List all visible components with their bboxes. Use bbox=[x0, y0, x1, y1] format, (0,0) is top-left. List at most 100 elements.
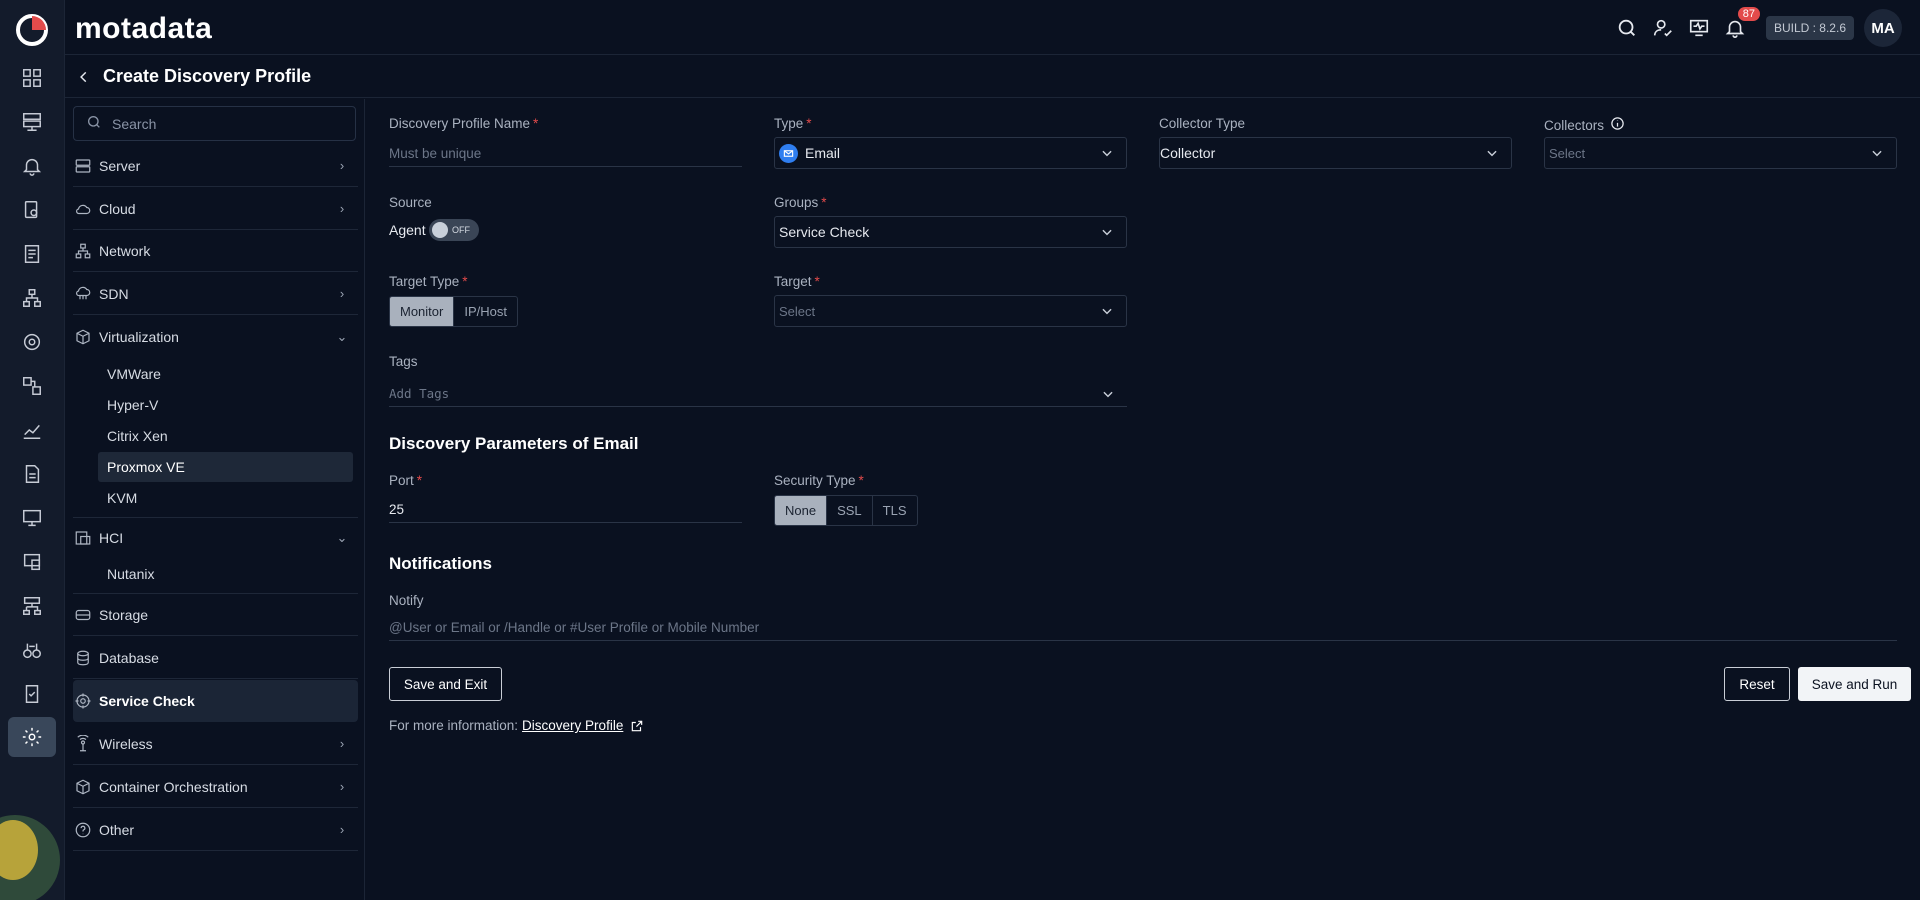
report-icon[interactable] bbox=[16, 238, 48, 270]
collector-type-value: Collector bbox=[1160, 145, 1216, 161]
sidebar-search[interactable] bbox=[73, 106, 356, 141]
user-avatar[interactable]: MA bbox=[1864, 9, 1902, 47]
monitor-pulse-icon[interactable] bbox=[1686, 15, 1712, 41]
groups-select[interactable]: Service Check bbox=[774, 216, 1127, 248]
hierarchy-icon[interactable] bbox=[16, 590, 48, 622]
target-label: Target * bbox=[774, 274, 820, 289]
collector-type-select[interactable]: Collector bbox=[1159, 137, 1512, 169]
type-select[interactable]: Email bbox=[774, 137, 1127, 169]
sidebar-subitem-kvm[interactable]: KVM bbox=[98, 483, 353, 513]
sidebar-item-database[interactable]: Database bbox=[73, 637, 358, 679]
profile-name-label: Discovery Profile Name * bbox=[389, 116, 539, 131]
agent-toggle[interactable]: OFF bbox=[429, 219, 479, 241]
chevron-down-icon bbox=[1100, 146, 1114, 163]
inventory-icon[interactable] bbox=[16, 106, 48, 138]
notify-input[interactable]: @User or Email or /Handle or #User Profi… bbox=[389, 615, 1897, 641]
sidebar-item-wireless[interactable]: Wireless › bbox=[73, 723, 358, 765]
question-icon bbox=[73, 820, 93, 840]
sidebar-subitem-nutanix[interactable]: Nutanix bbox=[98, 559, 353, 589]
target-select[interactable]: Select bbox=[774, 295, 1127, 327]
sidebar-item-network[interactable]: Network bbox=[73, 230, 358, 272]
external-link-icon[interactable] bbox=[630, 719, 644, 733]
category-sidebar: Server › Cloud › Network SDN › Virtualiz… bbox=[65, 99, 365, 900]
service-check-icon bbox=[73, 691, 93, 711]
sidebar-subitem-proxmox-ve[interactable]: Proxmox VE bbox=[98, 452, 353, 482]
discovery-profile-link[interactable]: Discovery Profile bbox=[522, 718, 623, 733]
sidebar-item-storage[interactable]: Storage bbox=[73, 594, 358, 636]
sidebar-item-container-orchestration[interactable]: Container Orchestration › bbox=[73, 766, 358, 808]
audit-icon[interactable] bbox=[16, 678, 48, 710]
sidebar-subitem-citrix-xen[interactable]: Citrix Xen bbox=[98, 421, 353, 451]
save-and-exit-button[interactable]: Save and Exit bbox=[389, 667, 502, 701]
alert-bell-icon[interactable] bbox=[16, 150, 48, 182]
target-type-monitor[interactable]: Monitor bbox=[390, 297, 455, 326]
build-version-badge: BUILD : 8.2.6 bbox=[1765, 16, 1854, 40]
source-label: Source bbox=[389, 195, 432, 210]
sidebar-item-label: Network bbox=[99, 242, 151, 259]
sidebar-item-label: Database bbox=[99, 649, 159, 666]
sidebar-item-service-check[interactable]: Service Check bbox=[73, 680, 358, 722]
chevron-down-icon bbox=[1101, 387, 1115, 404]
security-type-none[interactable]: None bbox=[775, 496, 828, 525]
security-type-ssl[interactable]: SSL bbox=[827, 496, 873, 525]
trend-icon[interactable] bbox=[16, 414, 48, 446]
toggle-state-label: OFF bbox=[452, 225, 470, 235]
sidebar-item-hci[interactable]: HCI ⌄ bbox=[73, 517, 358, 559]
topology-icon[interactable] bbox=[16, 282, 48, 314]
notification-bell-icon[interactable]: 87 bbox=[1722, 7, 1760, 41]
collectors-select[interactable]: Select bbox=[1544, 137, 1897, 169]
sidebar-item-label: Service Check bbox=[99, 693, 195, 709]
info-icon[interactable] bbox=[1610, 116, 1625, 134]
chevron-right-icon: › bbox=[339, 736, 345, 751]
chevron-down-icon: ⌄ bbox=[336, 329, 348, 344]
chevron-down-icon bbox=[1100, 225, 1114, 242]
sidebar-subitem-hyper-v[interactable]: Hyper-V bbox=[98, 390, 353, 420]
search-icon bbox=[86, 114, 102, 133]
port-input[interactable]: 25 bbox=[389, 497, 742, 523]
metric-explorer-icon[interactable] bbox=[16, 194, 48, 226]
sidebar-item-server[interactable]: Server › bbox=[73, 145, 358, 187]
config-icon[interactable] bbox=[16, 370, 48, 402]
save-and-run-button[interactable]: Save and Run bbox=[1798, 667, 1911, 701]
sidebar-item-cloud[interactable]: Cloud › bbox=[73, 188, 358, 230]
hci-icon bbox=[73, 528, 93, 548]
cube-icon bbox=[73, 327, 93, 347]
sidebar-item-label: Server bbox=[99, 157, 141, 174]
storage-icon bbox=[73, 605, 93, 625]
page-title: Create Discovery Profile bbox=[103, 66, 312, 86]
flow-icon[interactable] bbox=[16, 326, 48, 358]
search-icon[interactable] bbox=[1614, 15, 1640, 41]
chevron-down-icon: ⌄ bbox=[336, 530, 348, 545]
chevron-right-icon: › bbox=[339, 286, 345, 301]
sidebar-item-label: Storage bbox=[99, 606, 149, 623]
notification-count-badge: 87 bbox=[1737, 7, 1760, 21]
sidebar-item-sdn[interactable]: SDN › bbox=[73, 273, 358, 315]
security-type-tls[interactable]: TLS bbox=[873, 496, 917, 525]
binoculars-icon[interactable] bbox=[16, 634, 48, 666]
sidebar-item-label: Other bbox=[99, 821, 135, 838]
sidebar-item-label: Wireless bbox=[99, 735, 153, 752]
device-icon[interactable] bbox=[16, 546, 48, 578]
monitor-screen-icon[interactable] bbox=[16, 502, 48, 534]
sidebar-item-virtualization[interactable]: Virtualization ⌄ bbox=[73, 316, 358, 358]
reset-button[interactable]: Reset bbox=[1724, 667, 1790, 701]
search-input[interactable] bbox=[112, 115, 332, 132]
sidebar-item-other[interactable]: Other › bbox=[73, 809, 358, 851]
document-icon[interactable] bbox=[16, 458, 48, 490]
settings-gear-icon[interactable] bbox=[8, 717, 56, 757]
chevron-right-icon: › bbox=[339, 779, 345, 794]
motadata-logo-icon[interactable] bbox=[15, 13, 49, 47]
user-check-icon[interactable] bbox=[1650, 15, 1676, 41]
chevron-right-icon: › bbox=[339, 158, 345, 173]
tags-input[interactable]: Add Tags bbox=[389, 381, 1127, 407]
chevron-right-icon: › bbox=[339, 822, 345, 837]
target-type-ip-host[interactable]: IP/Host bbox=[454, 297, 517, 326]
server-icon bbox=[73, 156, 93, 176]
cloud-icon bbox=[73, 199, 93, 219]
profile-name-input[interactable]: Must be unique bbox=[389, 141, 742, 167]
target-type-toggle: Monitor IP/Host bbox=[389, 296, 518, 327]
sidebar-subitem-vmware[interactable]: VMWare bbox=[98, 359, 353, 389]
dashboard-icon[interactable] bbox=[16, 62, 48, 94]
sidebar-item-label: Container Orchestration bbox=[99, 778, 248, 795]
back-arrow-icon[interactable] bbox=[73, 66, 95, 88]
